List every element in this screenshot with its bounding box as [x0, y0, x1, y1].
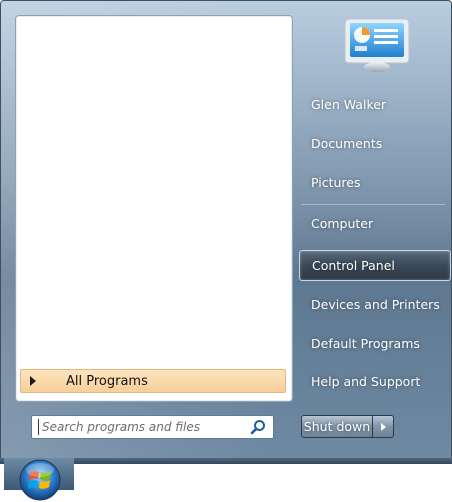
computer-link[interactable]: Computer	[299, 207, 451, 239]
shutdown-button[interactable]: Shut down	[301, 415, 373, 438]
default-programs-link[interactable]: Default Programs	[299, 327, 451, 359]
shutdown-split-button: Shut down	[301, 415, 405, 438]
expand-arrow-icon	[30, 376, 36, 386]
control-panel-link[interactable]: Control Panel	[299, 250, 451, 281]
shutdown-options-button[interactable]	[373, 415, 394, 438]
devices-and-printers-link[interactable]: Devices and Printers	[299, 288, 451, 320]
programs-pane: All Programs	[15, 15, 293, 402]
start-button-area[interactable]	[4, 458, 74, 501]
help-and-support-link[interactable]: Help and Support	[299, 365, 451, 397]
chevron-right-icon	[380, 422, 386, 431]
user-picture-tile[interactable]	[342, 17, 412, 73]
start-menu: All Programs Glen Walker Documents Pictu…	[0, 0, 452, 465]
magnifier-icon[interactable]	[250, 419, 266, 435]
windows-start-orb-icon[interactable]	[18, 458, 62, 502]
search-input[interactable]	[38, 419, 244, 435]
all-programs-button[interactable]: All Programs	[20, 369, 286, 393]
control-panel-picture-icon	[344, 18, 410, 72]
all-programs-label: All Programs	[66, 373, 148, 389]
pictures-link[interactable]: Pictures	[299, 166, 451, 198]
user-name-link[interactable]: Glen Walker	[299, 88, 451, 120]
search-box[interactable]	[31, 415, 274, 439]
menu-separator	[301, 204, 445, 205]
documents-link[interactable]: Documents	[299, 127, 451, 159]
